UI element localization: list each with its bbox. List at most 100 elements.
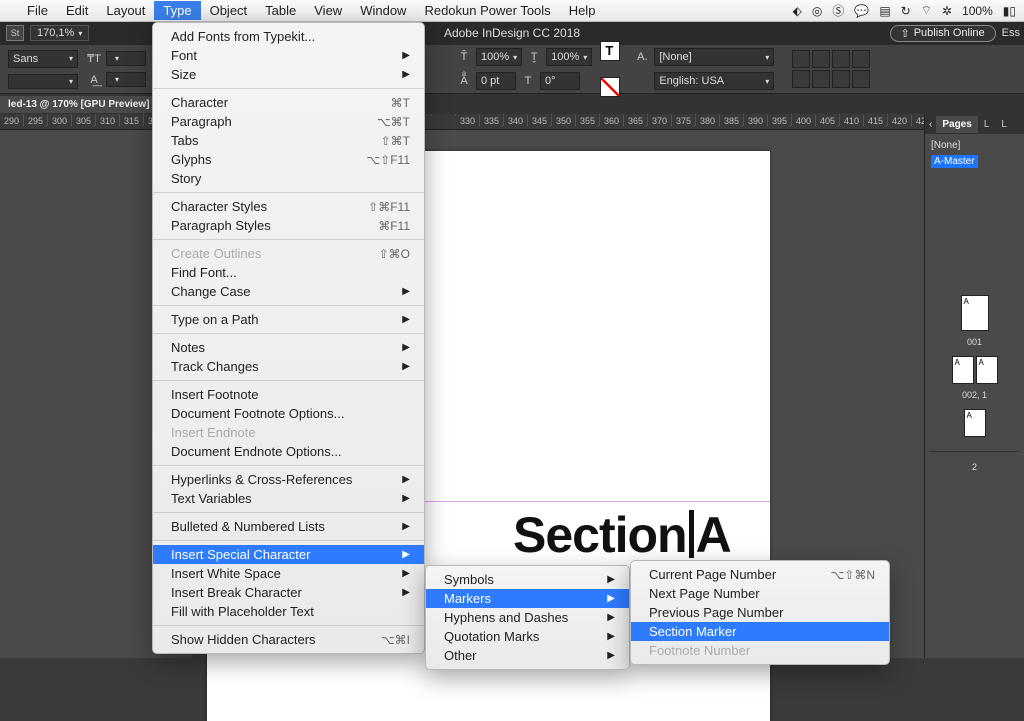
- menu-item-text-variables[interactable]: Text Variables▶: [153, 489, 424, 508]
- font-style-select[interactable]: ▾: [8, 74, 78, 89]
- menu-item-symbols[interactable]: Symbols▶: [426, 570, 629, 589]
- page-label-2: 002, 1: [925, 390, 1024, 400]
- master-a[interactable]: A-Master: [931, 155, 978, 168]
- menu-item-markers[interactable]: Markers▶: [426, 589, 629, 608]
- skype-icon[interactable]: Ⓢ: [832, 2, 844, 19]
- menu-item-type-on-a-path[interactable]: Type on a Path▶: [153, 310, 424, 329]
- mac-status-tray: ⬖ ◎ Ⓢ 💬 ▤ ↻ ⌔ ✲ 100% ▮▯: [793, 2, 1016, 19]
- page-thumb-3[interactable]: A: [964, 409, 986, 437]
- mac-menu-view[interactable]: View: [305, 1, 351, 20]
- menu-item-find-font[interactable]: Find Font...: [153, 263, 424, 282]
- menu-item-footnote-number: Footnote Number: [631, 641, 889, 660]
- page-thumb-2l[interactable]: A: [952, 356, 974, 384]
- menu-item-document-footnote-options[interactable]: Document Footnote Options...: [153, 404, 424, 423]
- menu-item-paragraph-styles[interactable]: Paragraph Styles⌘F11: [153, 216, 424, 235]
- zoom-select[interactable]: 170,1%▾: [30, 25, 89, 41]
- menu-item-previous-page-number[interactable]: Previous Page Number: [631, 603, 889, 622]
- language-select[interactable]: English: USA▾: [654, 72, 774, 90]
- page-label-1: 001: [925, 337, 1024, 347]
- menu-item-hyperlinks-cross-references[interactable]: Hyperlinks & Cross-References▶: [153, 470, 424, 489]
- page-label-3: 2: [925, 462, 1024, 472]
- vscale-icon: T̂: [456, 49, 472, 65]
- menu-item-insert-special-character[interactable]: Insert Special Character▶: [153, 545, 424, 564]
- menu-item-character-styles[interactable]: Character Styles⇧⌘F11: [153, 197, 424, 216]
- wifi-icon[interactable]: ⌔: [921, 3, 932, 18]
- battery-icon[interactable]: ▮▯: [1003, 4, 1016, 18]
- leading-select[interactable]: ▾: [106, 72, 146, 87]
- menu-item-paragraph[interactable]: Paragraph⌥⌘T: [153, 112, 424, 131]
- menu-item-change-case[interactable]: Change Case▶: [153, 282, 424, 301]
- font-family-select[interactable]: Sans▾: [8, 50, 78, 68]
- menu-item-font[interactable]: Font▶: [153, 46, 424, 65]
- mac-menu-layout[interactable]: Layout: [97, 1, 154, 20]
- menu-item-hyphens-and-dashes[interactable]: Hyphens and Dashes▶: [426, 608, 629, 627]
- mac-menubar: FileEditLayoutTypeObjectTableViewWindowR…: [0, 0, 1024, 22]
- timemachine-icon[interactable]: ↻: [901, 4, 911, 18]
- cc-icon[interactable]: ◎: [812, 4, 822, 18]
- menu-item-other[interactable]: Other▶: [426, 646, 629, 665]
- baseline-icon: Aͣ: [456, 73, 472, 89]
- hscale-select[interactable]: 100%▾: [546, 48, 592, 66]
- menu-item-size[interactable]: Size▶: [153, 65, 424, 84]
- char-style-select[interactable]: [None]▾: [654, 48, 774, 66]
- mac-menu-object[interactable]: Object: [201, 1, 257, 20]
- menu-item-insert-endnote: Insert Endnote: [153, 423, 424, 442]
- tab-links[interactable]: L: [995, 116, 1013, 133]
- menu-item-bulleted-numbered-lists[interactable]: Bulleted & Numbered Lists▶: [153, 517, 424, 536]
- menu-item-glyphs[interactable]: Glyphs⌥⇧F11: [153, 150, 424, 169]
- skew-select[interactable]: 0°: [540, 72, 580, 90]
- page-thumb-1[interactable]: A: [961, 295, 989, 331]
- menu-item-current-page-number[interactable]: Current Page Number⌥⇧⌘N: [631, 565, 889, 584]
- menu-item-next-page-number[interactable]: Next Page Number: [631, 584, 889, 603]
- menu-item-fill-with-placeholder-text[interactable]: Fill with Placeholder Text: [153, 602, 424, 621]
- panel-collapse-icon[interactable]: ‹: [925, 119, 936, 130]
- markers-submenu: Current Page Number⌥⇧⌘NNext Page NumberP…: [630, 560, 890, 665]
- type-menu: Add Fonts from Typekit...Font▶Size▶ Chara…: [152, 22, 425, 654]
- menu-item-add-fonts-from-typekit[interactable]: Add Fonts from Typekit...: [153, 27, 424, 46]
- document-tab[interactable]: led-13 @ 170% [GPU Preview]: [0, 96, 157, 113]
- pages-panel: ‹ Pages L L [None] A-Master A 001 AA 002…: [924, 114, 1024, 658]
- section-text: SectionA: [513, 506, 731, 564]
- menu-item-notes[interactable]: Notes▶: [153, 338, 424, 357]
- tab-layers[interactable]: L: [978, 116, 996, 133]
- menu-item-document-endnote-options[interactable]: Document Endnote Options...: [153, 442, 424, 461]
- menu-item-insert-break-character[interactable]: Insert Break Character▶: [153, 583, 424, 602]
- sync-icon[interactable]: ✲: [942, 4, 952, 18]
- leading-icon: A͟: [86, 72, 102, 88]
- menu-extra-icon[interactable]: ▤: [879, 4, 890, 18]
- menu-item-character[interactable]: Character⌘T: [153, 93, 424, 112]
- tab-pages[interactable]: Pages: [936, 116, 977, 133]
- mac-menu-file[interactable]: File: [18, 1, 57, 20]
- menu-item-insert-white-space[interactable]: Insert White Space▶: [153, 564, 424, 583]
- fill-swatch[interactable]: [600, 41, 620, 61]
- mac-menu-redokun-power-tools[interactable]: Redokun Power Tools: [415, 1, 559, 20]
- mac-menu-window[interactable]: Window: [351, 1, 415, 20]
- menu-item-story[interactable]: Story: [153, 169, 424, 188]
- mac-menu-help[interactable]: Help: [560, 1, 605, 20]
- dropbox-icon[interactable]: ⬖: [793, 4, 802, 18]
- skew-icon: T: [520, 73, 536, 89]
- menu-item-tabs[interactable]: Tabs⇧⌘T: [153, 131, 424, 150]
- menu-item-show-hidden-characters[interactable]: Show Hidden Characters⌥⌘I: [153, 630, 424, 649]
- workspace-label[interactable]: Ess: [1002, 27, 1024, 39]
- align-buttons[interactable]: [792, 50, 870, 88]
- stroke-swatch[interactable]: [600, 77, 620, 97]
- vscale-select[interactable]: 100%▾: [476, 48, 522, 66]
- app-title: Adobe InDesign CC 2018: [444, 26, 580, 40]
- baseline-select[interactable]: 0 pt: [476, 72, 516, 90]
- master-none[interactable]: [None]: [931, 140, 1018, 151]
- mac-menu-type[interactable]: Type: [154, 1, 200, 20]
- font-size-select[interactable]: ▾: [106, 51, 146, 66]
- text-cursor: [689, 510, 694, 558]
- publish-online-button[interactable]: ⇧Publish Online: [890, 25, 996, 42]
- mac-menu-table[interactable]: Table: [256, 1, 305, 20]
- menu-item-insert-footnote[interactable]: Insert Footnote: [153, 385, 424, 404]
- stock-icon[interactable]: St: [6, 25, 24, 41]
- menu-item-section-marker[interactable]: Section Marker: [631, 622, 889, 641]
- menu-item-track-changes[interactable]: Track Changes▶: [153, 357, 424, 376]
- chat-icon[interactable]: 💬: [854, 4, 869, 18]
- hscale-icon: T̬: [526, 49, 542, 65]
- page-thumb-2r[interactable]: A: [976, 356, 998, 384]
- menu-item-quotation-marks[interactable]: Quotation Marks▶: [426, 627, 629, 646]
- mac-menu-edit[interactable]: Edit: [57, 1, 97, 20]
